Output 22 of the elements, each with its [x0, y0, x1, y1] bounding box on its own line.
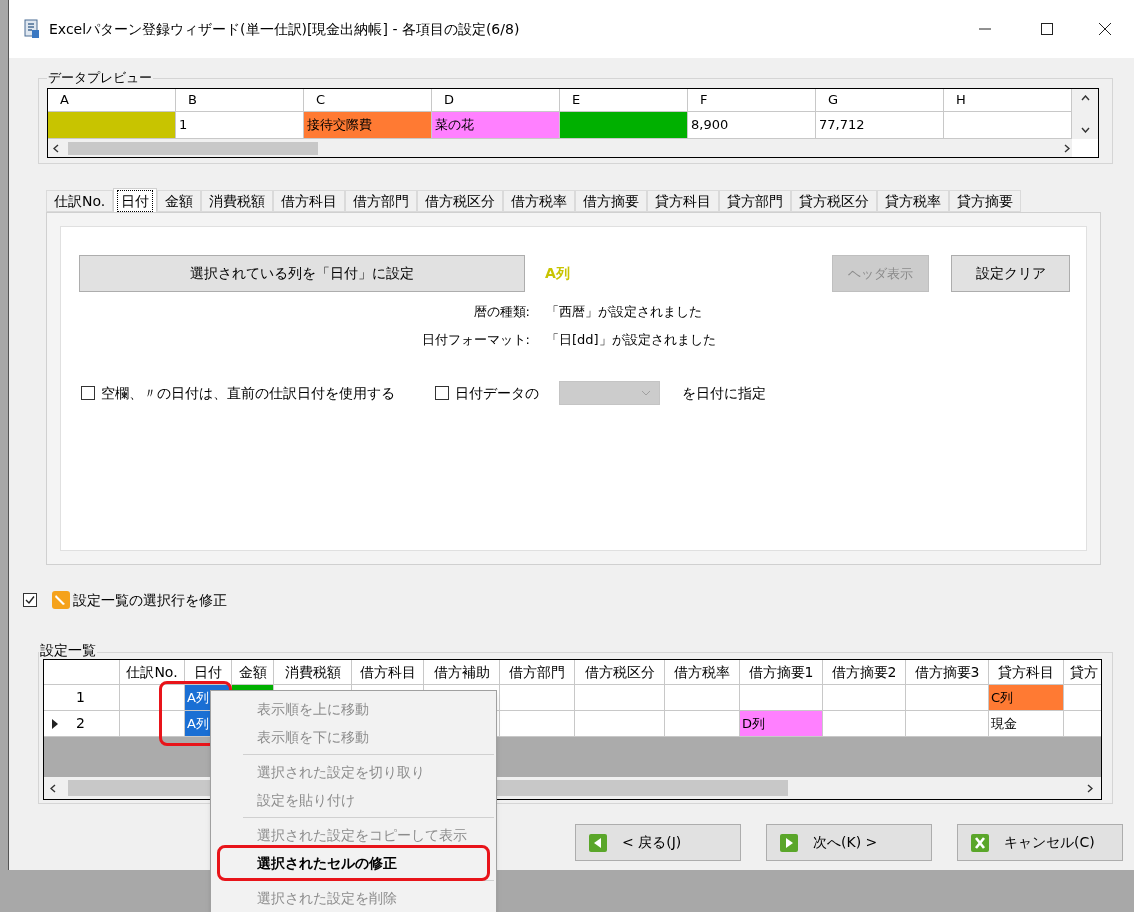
assigned-column: A列	[545, 263, 570, 284]
checkbox-label: 設定一覧の選択行を修正	[73, 590, 227, 610]
data-cell: 1	[176, 112, 304, 139]
row-number: 2	[76, 714, 85, 733]
data-cell: 77,712	[816, 112, 944, 139]
checkbox-label: 空欄、〃の日付は、直前の仕訳日付を使用する	[101, 383, 395, 403]
info-label: 日付フォーマット:	[420, 331, 530, 349]
row-number: 1	[76, 688, 85, 707]
info-value: 「西暦」が設定されました	[546, 303, 703, 321]
table-cell: 現金	[989, 711, 1064, 737]
checkbox-label: 日付データの	[455, 383, 539, 403]
info-value: 「日[dd]」が設定されました	[546, 331, 717, 349]
data-cell: 8,900	[688, 112, 816, 139]
info-label: 暦の種類:	[472, 303, 530, 321]
data-cell: 接待交際費	[304, 112, 432, 139]
window-title: Excelパターン登録ウィザード(単一仕訳)[現金出納帳] - 各項目の設定(6/8)	[49, 19, 520, 39]
group-title: 設定一覧	[39, 641, 97, 659]
data-cell: 菜の花	[432, 112, 560, 139]
option-suffix: を日付に指定	[682, 383, 766, 403]
group-title: データプレビュー	[47, 69, 153, 87]
table-cell: C列	[989, 685, 1064, 711]
table-cell: D列	[740, 711, 823, 737]
